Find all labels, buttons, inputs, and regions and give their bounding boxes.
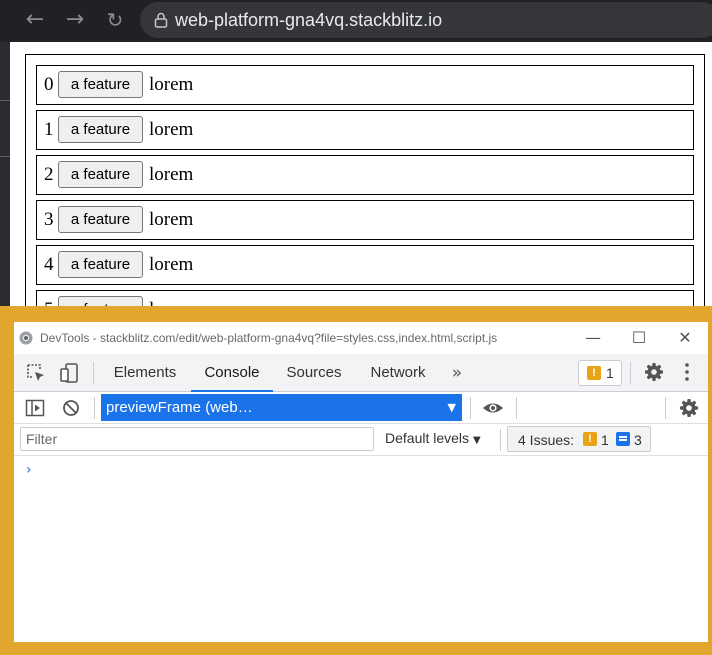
warning-icon: ! (583, 432, 597, 446)
devtools-panel: DevTools - stackblitz.com/edit/web-platf… (14, 322, 708, 642)
log-levels-dropdown[interactable]: Default levels ▼ (385, 430, 481, 446)
devtools-window-frame: DevTools - stackblitz.com/edit/web-platf… (0, 306, 712, 655)
row-text: lorem (149, 209, 194, 230)
toolbar-divider (630, 362, 631, 384)
list-item: 1 a feature lorem (36, 110, 694, 150)
url-text: web-platform-gna4vq.stackblitz.io (175, 10, 443, 30)
console-toolbar: previewFrame (web… ▼ (14, 392, 708, 424)
toolbar-divider (93, 362, 94, 384)
toolbar-divider (500, 429, 501, 451)
info-message-icon (616, 432, 630, 446)
toolbar-divider (665, 397, 666, 419)
page-viewport: 0 a feature lorem 1 a feature lorem 2 a … (10, 42, 712, 310)
list-item: 2 a feature lorem (36, 155, 694, 195)
list-item: 0 a feature lorem (36, 65, 694, 105)
tab-elements[interactable]: Elements (105, 354, 185, 392)
settings-gear-icon[interactable] (643, 361, 665, 383)
row-text: lorem (149, 119, 194, 140)
filter-input[interactable] (20, 427, 374, 451)
more-options-icon[interactable] (682, 361, 692, 383)
row-index: 0 (44, 74, 54, 95)
toolbar-divider (470, 397, 471, 419)
javascript-context-select[interactable]: previewFrame (web… ▼ (101, 394, 462, 421)
back-arrow-icon[interactable]: ← (22, 7, 48, 33)
row-index: 1 (44, 119, 54, 140)
left-panel-edge (0, 42, 10, 312)
row-index: 4 (44, 254, 54, 275)
dropdown-caret-icon: ▼ (473, 435, 481, 446)
more-tabs-icon[interactable]: » (446, 354, 468, 392)
forward-arrow-icon[interactable]: → (62, 7, 88, 33)
issues-counter-button[interactable]: ! 1 (578, 360, 622, 386)
dropdown-caret-icon: ▼ (447, 401, 456, 414)
feature-button[interactable]: a feature (58, 206, 143, 233)
lock-icon[interactable] (154, 12, 168, 28)
tab-network[interactable]: Network (360, 354, 436, 392)
row-index: 2 (44, 164, 54, 185)
toolbar-divider (516, 397, 517, 419)
issues-label: 4 Issues: (518, 432, 575, 448)
inspect-element-icon[interactable] (25, 362, 47, 384)
minimize-icon[interactable]: — (581, 326, 605, 350)
browser-toolbar: ← → ↻ web-platform-gna4vq.stackblitz.io (0, 0, 712, 42)
list-item: 3 a feature lorem (36, 200, 694, 240)
feature-button[interactable]: a feature (58, 71, 143, 98)
maximize-icon[interactable]: ☐ (627, 326, 651, 350)
tab-console[interactable]: Console (191, 354, 273, 393)
device-toolbar-icon[interactable] (59, 362, 81, 384)
address-bar[interactable]: web-platform-gna4vq.stackblitz.io (140, 2, 712, 38)
issues-button[interactable]: 4 Issues: ! 1 3 (507, 426, 651, 452)
devtools-titlebar: DevTools - stackblitz.com/edit/web-platf… (14, 322, 708, 354)
issues-count: 1 (606, 365, 614, 381)
row-text: lorem (149, 74, 194, 95)
feature-list: 0 a feature lorem 1 a feature lorem 2 a … (25, 54, 705, 310)
toolbar-divider (94, 397, 95, 419)
context-label: previewFrame (web… (106, 399, 253, 416)
devtools-title: DevTools - stackblitz.com/edit/web-platf… (40, 331, 498, 345)
console-filterbar: Default levels▼ 4 Issues: ! 1 3 (14, 424, 708, 456)
tab-sources[interactable]: Sources (279, 354, 349, 392)
list-item: 4 a feature lorem (36, 245, 694, 285)
row-index: 3 (44, 209, 54, 230)
warning-count: 1 (601, 432, 609, 448)
reload-icon[interactable]: ↻ (102, 7, 128, 33)
console-prompt[interactable]: › (26, 462, 32, 478)
close-icon[interactable]: ✕ (673, 326, 697, 350)
log-levels-label: Default levels (385, 430, 470, 446)
live-expression-eye-icon[interactable] (482, 399, 504, 417)
feature-button[interactable]: a feature (58, 161, 143, 188)
row-text: lorem (149, 164, 194, 185)
clear-console-icon[interactable] (61, 398, 81, 418)
feature-button[interactable]: a feature (58, 251, 143, 278)
chrome-logo-icon (19, 331, 33, 345)
console-settings-gear-icon[interactable] (678, 397, 700, 419)
devtools-tabbar: Elements Console Sources Network » ! 1 (14, 354, 708, 393)
info-count: 3 (634, 432, 642, 448)
console-sidebar-icon[interactable] (25, 398, 45, 418)
row-text: lorem (149, 254, 194, 275)
feature-button[interactable]: a feature (58, 116, 143, 143)
warning-icon: ! (587, 366, 601, 380)
